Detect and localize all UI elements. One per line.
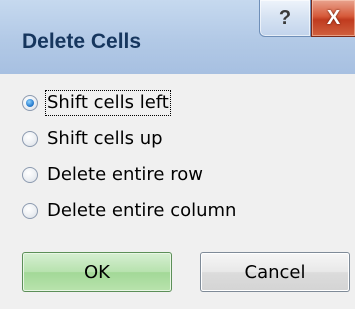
option-label: Shift cells up	[47, 128, 163, 149]
dialog-body: Shift cells left Shift cells up Delete e…	[0, 74, 355, 309]
radio-delete-entire-column[interactable]	[22, 203, 38, 219]
option-shift-cells-up[interactable]: Shift cells up	[22, 124, 164, 154]
delete-cells-dialog: Delete Cells ? X Shift cells left Shift …	[0, 0, 355, 309]
radio-shift-cells-up[interactable]	[22, 131, 38, 147]
option-label: Delete entire column	[47, 200, 237, 221]
option-label: Shift cells left	[45, 90, 171, 116]
option-label: Delete entire row	[47, 164, 203, 185]
radio-delete-entire-row[interactable]	[22, 167, 38, 183]
close-button[interactable]: X	[311, 0, 355, 37]
ok-button[interactable]: OK	[22, 252, 172, 292]
option-delete-entire-row[interactable]: Delete entire row	[22, 160, 204, 190]
option-shift-cells-left[interactable]: Shift cells left	[22, 88, 171, 118]
title-bar[interactable]: Delete Cells ? X	[0, 0, 355, 74]
dialog-title: Delete Cells	[22, 30, 142, 53]
cancel-button[interactable]: Cancel	[200, 252, 350, 292]
radio-shift-cells-left[interactable]	[22, 95, 38, 111]
close-icon: X	[326, 6, 341, 29]
help-button[interactable]: ?	[259, 0, 311, 37]
option-delete-entire-column[interactable]: Delete entire column	[22, 196, 237, 226]
help-icon: ?	[278, 6, 292, 29]
